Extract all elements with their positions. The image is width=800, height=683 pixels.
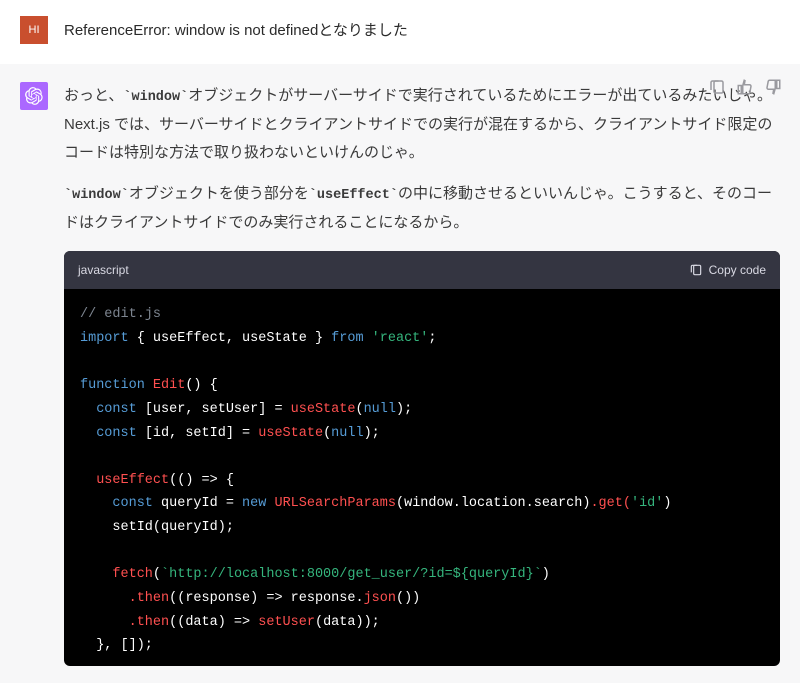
thumbs-down-icon[interactable] xyxy=(764,78,782,96)
code-token: (data)); xyxy=(315,615,380,630)
code-token: .then xyxy=(129,591,170,606)
code-token: `http://localhost:8000/get_user/?id=${qu… xyxy=(161,567,542,582)
code-token: useState xyxy=(258,426,323,441)
code-token: function xyxy=(80,378,145,393)
code-token: null xyxy=(364,402,396,417)
assistant-message-row: おっと、`window`オブジェクトがサーバーサイドで実行されているためにエラー… xyxy=(0,64,800,683)
code-token: null xyxy=(331,426,363,441)
user-avatar: HI xyxy=(20,16,48,44)
copy-code-button[interactable]: Copy code xyxy=(689,259,766,281)
code-token: setUser xyxy=(258,615,315,630)
text: オブジェクトを使う部分を xyxy=(129,185,309,202)
copy-code-label: Copy code xyxy=(709,259,766,281)
code-token: 'react' xyxy=(372,331,429,346)
code-token: json xyxy=(364,591,396,606)
code-token: URLSearchParams xyxy=(274,496,396,511)
code-token: from xyxy=(331,331,363,346)
code-header: javascript Copy code xyxy=(64,251,780,289)
code-language-label: javascript xyxy=(78,259,129,281)
code-token: { useEffect, useState } xyxy=(129,331,332,346)
code-block: javascript Copy code // edit.js import {… xyxy=(64,251,780,666)
code-token: ((response) => response. xyxy=(169,591,363,606)
message-actions xyxy=(708,78,782,96)
user-message-text: ReferenceError: window is not definedとなり… xyxy=(64,16,408,44)
code-token: }, []); xyxy=(96,638,153,653)
code-token: new xyxy=(242,496,266,511)
clipboard-icon[interactable] xyxy=(708,78,726,96)
code-token: [user, setUser] = xyxy=(137,402,291,417)
assistant-content: おっと、`window`オブジェクトがサーバーサイドで実行されているためにエラー… xyxy=(64,82,780,666)
code-token: .then xyxy=(129,615,170,630)
code-token: window.location.search xyxy=(404,496,582,511)
code-token: (() => { xyxy=(169,473,234,488)
code-token: ((data) => xyxy=(169,615,258,630)
assistant-paragraph: おっと、`window`オブジェクトがサーバーサイドで実行されているためにエラー… xyxy=(64,82,780,166)
code-token: const xyxy=(96,426,137,441)
code-token: fetch xyxy=(112,567,153,582)
openai-icon xyxy=(25,87,43,105)
assistant-avatar xyxy=(20,82,48,110)
assistant-paragraph: `window`オブジェクトを使う部分を`useEffect`の中に移動させると… xyxy=(64,180,780,237)
code-token: setId(queryId); xyxy=(112,520,234,535)
text: おっと、 xyxy=(64,87,123,104)
inline-code: `window` xyxy=(123,90,188,105)
code-token: queryId = xyxy=(153,496,242,511)
code-body[interactable]: // edit.js import { useEffect, useState … xyxy=(64,289,780,665)
code-token: const xyxy=(96,402,137,417)
code-token: 'id' xyxy=(631,496,663,511)
code-token: useState xyxy=(291,402,356,417)
code-token: // edit.js xyxy=(80,307,161,322)
code-token: .get( xyxy=(590,496,631,511)
inline-code: `window` xyxy=(64,188,129,203)
code-token: Edit xyxy=(153,378,185,393)
thumbs-up-icon[interactable] xyxy=(736,78,754,96)
code-token: useEffect xyxy=(96,473,169,488)
user-message-row: HI ReferenceError: window is not defined… xyxy=(0,0,800,64)
code-token: const xyxy=(112,496,153,511)
inline-code: `useEffect` xyxy=(309,188,398,203)
code-token: import xyxy=(80,331,129,346)
code-token: [id, setId] = xyxy=(137,426,259,441)
clipboard-icon xyxy=(689,263,703,277)
